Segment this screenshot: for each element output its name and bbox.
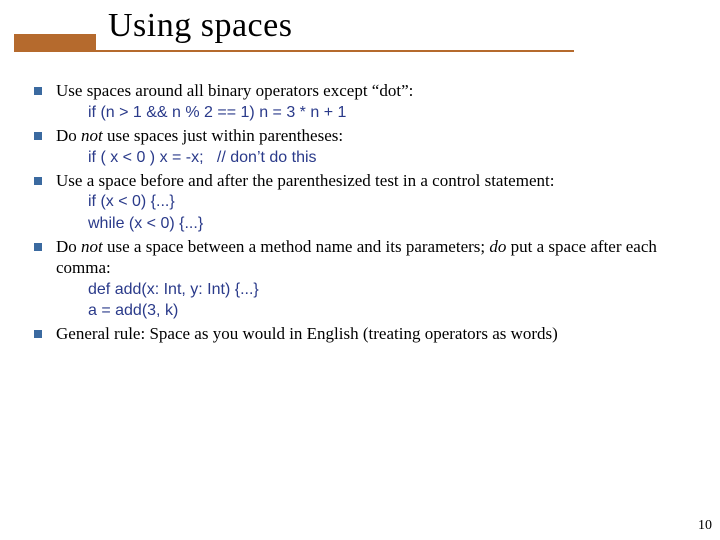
list-item-text: Use spaces around all binary operators e… [56,80,413,102]
list-item-text: Do not use a space between a method name… [56,236,700,280]
bullet-icon [34,330,42,338]
accent-underline [14,50,574,52]
list-item: Do not use a space between a method name… [34,236,700,322]
bullet-icon [34,243,42,251]
list-item-text: General rule: Space as you would in Engl… [56,323,558,345]
bullet-icon [34,177,42,185]
list-item: Use spaces around all binary operators e… [34,80,700,123]
content-area: Use spaces around all binary operators e… [34,80,700,347]
code-line: a = add(3, k) [88,300,700,321]
list-item-body: General rule: Space as you would in Engl… [56,323,558,345]
code-line: def add(x: Int, y: Int) {...} [88,279,700,300]
accent-bar [14,34,96,50]
slide-number: 10 [698,518,712,534]
list-item-body: Use a space before and after the parenth… [56,170,554,234]
list-item-body: Do not use a space between a method name… [56,236,700,322]
list-item: General rule: Space as you would in Engl… [34,323,700,345]
bullet-icon [34,87,42,95]
list-item: Do not use spaces just within parenthese… [34,125,700,168]
list-item: Use a space before and after the parenth… [34,170,700,234]
code-line: if (x < 0) {...} [88,191,554,212]
list-item-text: Do not use spaces just within parenthese… [56,125,343,147]
page-title: Using spaces [108,7,292,45]
code-line: while (x < 0) {...} [88,213,554,234]
code-line: if ( x < 0 ) x = -x; // don’t do this [88,147,343,168]
list-item-body: Use spaces around all binary operators e… [56,80,413,123]
bullet-icon [34,132,42,140]
code-line: if (n > 1 && n % 2 == 1) n = 3 * n + 1 [88,102,413,123]
list-item-text: Use a space before and after the parenth… [56,170,554,192]
list-item-body: Do not use spaces just within parenthese… [56,125,343,168]
